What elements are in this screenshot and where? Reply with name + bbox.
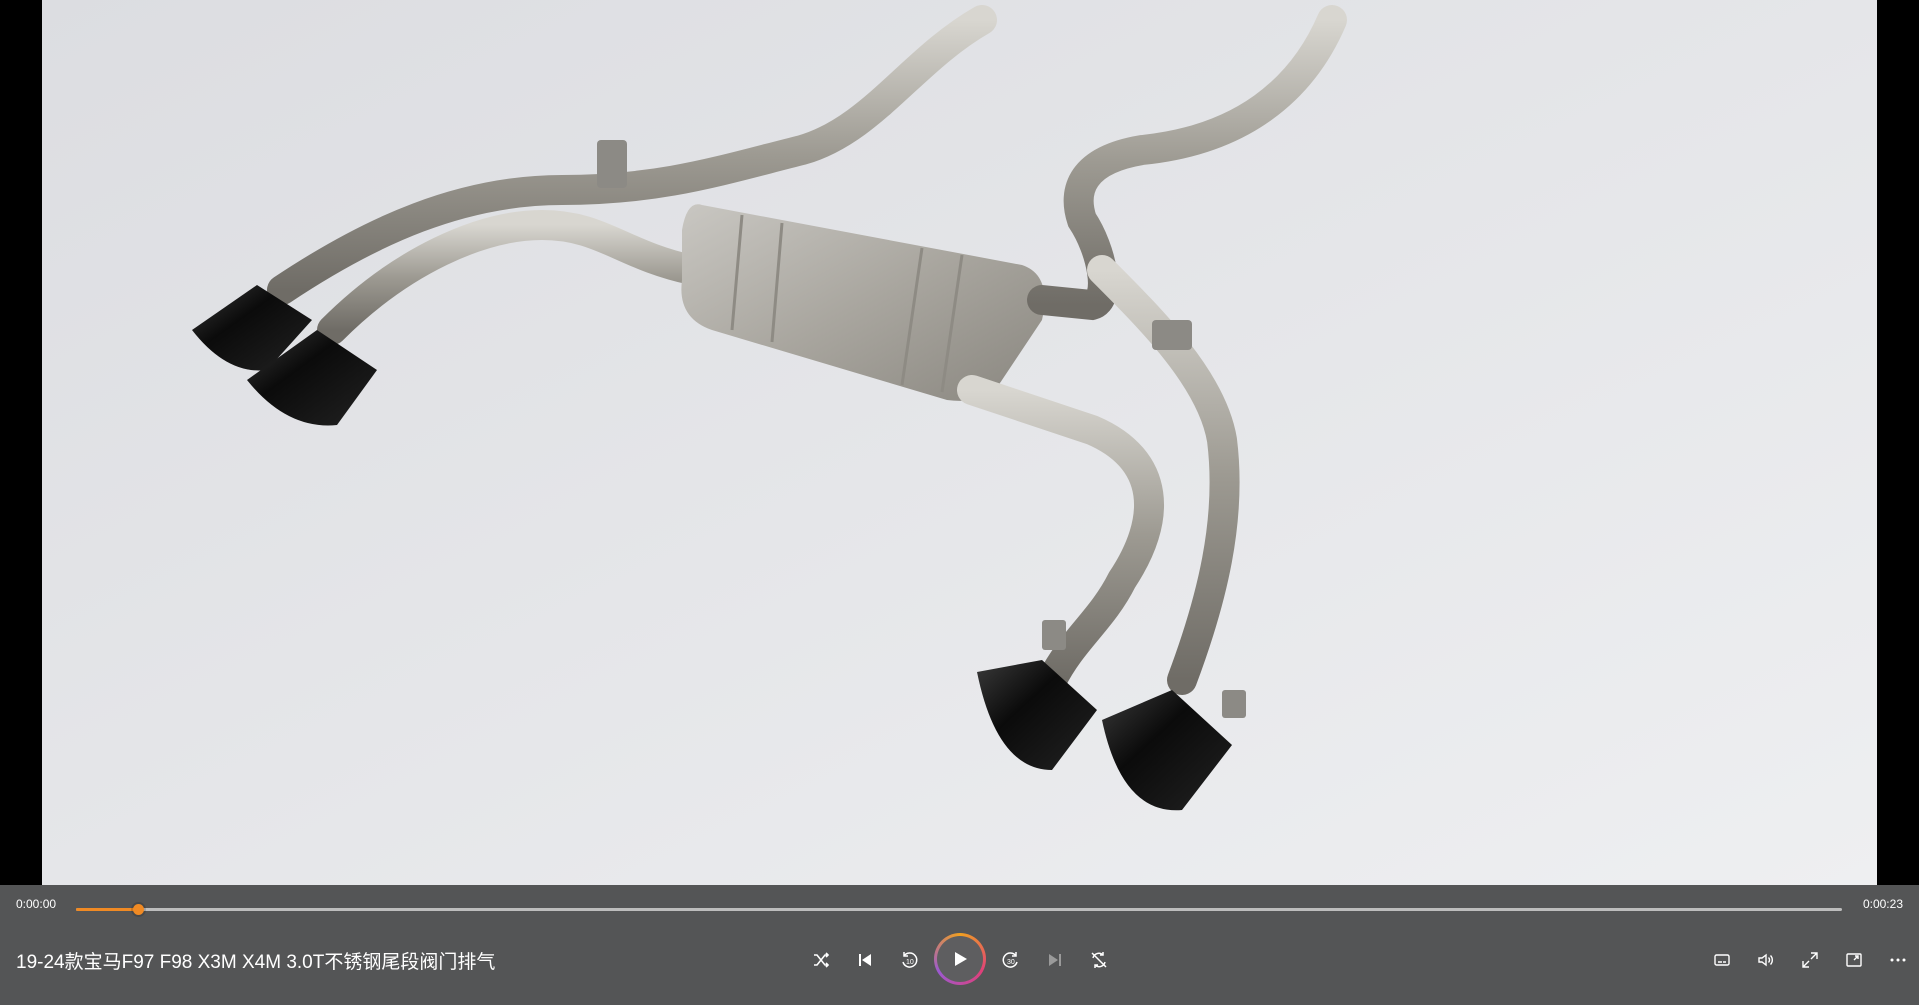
repeat-button[interactable] xyxy=(1082,943,1116,977)
shuffle-button[interactable] xyxy=(804,943,838,977)
subtitles-icon xyxy=(1714,954,1730,966)
seek-track xyxy=(76,908,1842,911)
fullscreen-icon xyxy=(1802,952,1818,968)
mini-player-icon xyxy=(1846,953,1862,967)
next-icon xyxy=(1049,954,1061,966)
more-options-button[interactable] xyxy=(1881,943,1915,977)
forward-30-button[interactable]: 30 xyxy=(994,943,1028,977)
shuffle-icon xyxy=(814,952,830,968)
forward-30-icon: 30 xyxy=(1002,952,1018,968)
total-time: 0:00:23 xyxy=(1862,897,1903,911)
rewind-10-icon: 10 xyxy=(902,952,918,968)
mini-player-button[interactable] xyxy=(1837,943,1871,977)
volume-icon xyxy=(1758,953,1773,967)
volume-button[interactable] xyxy=(1749,943,1783,977)
svg-text:10: 10 xyxy=(906,959,914,966)
seek-bar[interactable] xyxy=(76,901,1842,919)
next-button[interactable] xyxy=(1038,943,1072,977)
rewind-10-button[interactable]: 10 xyxy=(892,943,926,977)
repeat-off-icon xyxy=(1091,952,1107,968)
seek-progress-fill xyxy=(76,908,138,911)
exhaust-system-image xyxy=(42,0,1877,885)
media-title: 19-24款宝马F97 F98 X3M X4M 3.0T不锈钢尾段阀门排气 xyxy=(16,952,496,973)
current-time: 0:00:00 xyxy=(16,897,57,911)
fullscreen-button[interactable] xyxy=(1793,943,1827,977)
previous-button[interactable] xyxy=(848,943,882,977)
seek-thumb[interactable] xyxy=(132,904,144,915)
play-button[interactable] xyxy=(934,933,986,985)
svg-text:30: 30 xyxy=(1007,959,1015,966)
play-icon xyxy=(955,952,967,966)
video-frame[interactable] xyxy=(42,0,1877,885)
player-controls: 0:00:00 0:00:23 19-24款宝马F97 F98 X3M X4M … xyxy=(0,885,1919,1005)
previous-icon xyxy=(859,954,871,966)
more-options-icon xyxy=(1890,958,1906,962)
subtitles-button[interactable] xyxy=(1705,943,1739,977)
